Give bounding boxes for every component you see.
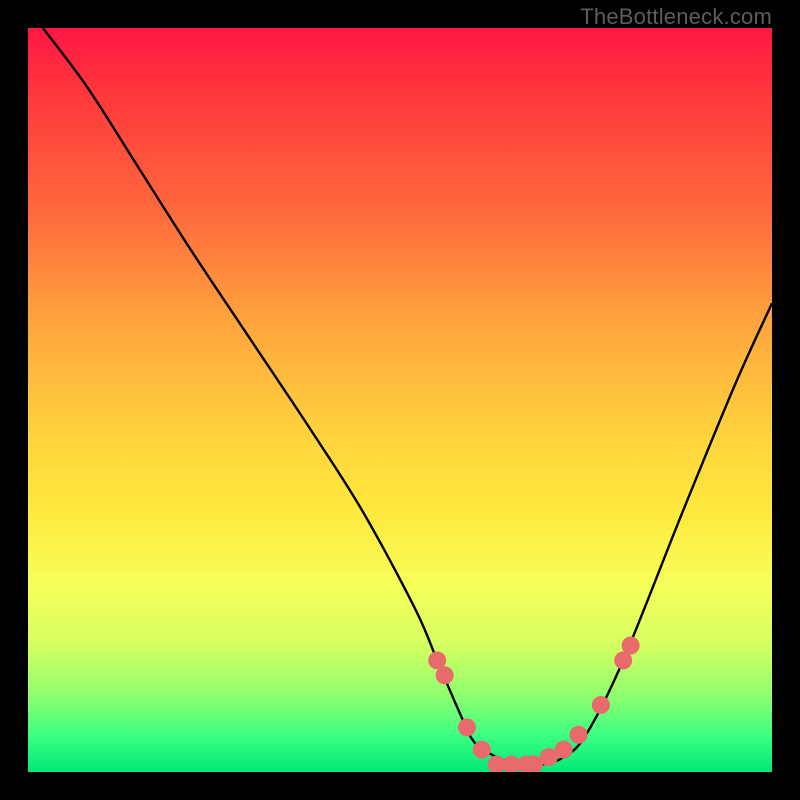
marker-point <box>436 666 454 684</box>
plot-area <box>28 28 772 772</box>
marker-point <box>570 726 588 744</box>
curve-svg <box>28 28 772 772</box>
curve-markers <box>428 637 639 772</box>
marker-point <box>592 696 610 714</box>
marker-point <box>473 741 491 759</box>
marker-point <box>458 718 476 736</box>
chart-frame: TheBottleneck.com <box>0 0 800 800</box>
marker-point <box>622 637 640 655</box>
bottleneck-curve <box>43 28 772 765</box>
attribution-label: TheBottleneck.com <box>580 4 772 30</box>
marker-point <box>555 741 573 759</box>
